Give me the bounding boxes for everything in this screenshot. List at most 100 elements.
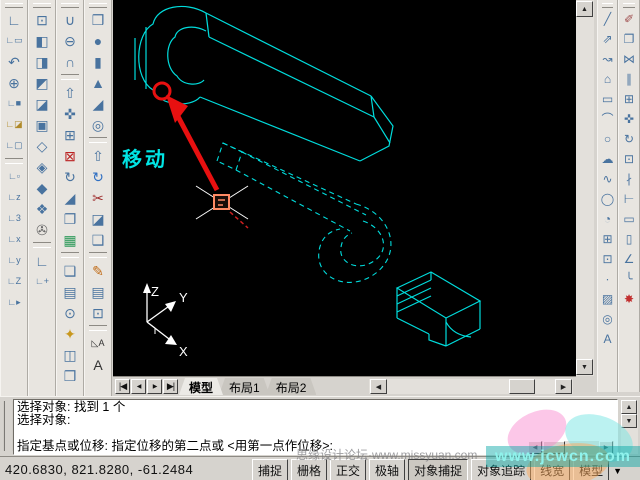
polyline-icon[interactable]: ↝ xyxy=(599,49,617,69)
canvas-horizontal-scrollbar[interactable]: ◀ ▶ xyxy=(369,379,573,394)
color-faces-icon[interactable]: ▦ xyxy=(59,229,81,250)
lineweight-toggle[interactable]: 线宽 xyxy=(534,459,571,480)
trim-icon[interactable]: ∤ xyxy=(620,169,638,189)
shade-3d-wireframe-icon[interactable]: ◈ xyxy=(31,156,53,177)
extrude-icon[interactable]: ⇧ xyxy=(87,145,109,166)
view-nw-isometric-icon[interactable]: ◪ xyxy=(31,93,53,114)
command-scroll-down-button[interactable]: ▼ xyxy=(621,414,637,428)
named-views-icon[interactable]: ⊡ xyxy=(31,9,53,30)
color-edges-icon[interactable]: ▤ xyxy=(59,281,81,302)
ucs-undo-icon[interactable]: ↶ xyxy=(3,51,25,72)
polar-toggle[interactable]: 极轴 xyxy=(369,459,406,480)
model-space-toggle[interactable]: 模型 xyxy=(573,459,610,480)
view-cube-icon[interactable]: ▣ xyxy=(31,114,53,135)
status-expand-arrow-icon[interactable]: ▼ xyxy=(613,466,622,476)
toolbar-grab-handle[interactable] xyxy=(602,3,613,8)
command-vertical-scrollbar[interactable]: ▲ ▼ xyxy=(621,400,638,454)
circle-icon[interactable]: ○ xyxy=(599,129,617,149)
construction-line-icon[interactable]: ⇗ xyxy=(599,29,617,49)
ucs-move-origin-icon[interactable]: ∟+ xyxy=(31,271,53,292)
canvas-vertical-scrollbar[interactable]: ▲ ▼ xyxy=(576,0,594,376)
revision-cloud-icon[interactable]: ☁ xyxy=(599,149,617,169)
hatch-icon[interactable]: ▨ xyxy=(599,289,617,309)
explode-icon[interactable]: ✸ xyxy=(620,289,638,309)
delete-faces-icon[interactable]: ⊠ xyxy=(59,145,81,166)
copy-edges-icon[interactable]: ❏ xyxy=(59,260,81,281)
toolbar-grab-handle[interactable] xyxy=(33,3,51,8)
rectangle-icon[interactable]: ▭ xyxy=(599,89,617,109)
move-faces-icon[interactable]: ✜ xyxy=(59,103,81,124)
clean-icon[interactable]: ✦ xyxy=(59,323,81,344)
move-icon[interactable]: ✜ xyxy=(620,109,638,129)
rotate-faces-icon[interactable]: ↻ xyxy=(59,166,81,187)
wedge-icon[interactable]: ◢ xyxy=(87,93,109,114)
erase-icon[interactable]: ✐ xyxy=(620,9,638,29)
intersect-icon[interactable]: ∩ xyxy=(59,51,81,72)
rotate-icon[interactable]: ↻ xyxy=(620,129,638,149)
command-scroll-left-button[interactable]: ◀ xyxy=(528,441,542,454)
mtext-icon[interactable]: A xyxy=(599,329,617,349)
line-icon[interactable]: ╱ xyxy=(599,9,617,29)
grid-toggle[interactable]: 栅格 xyxy=(291,459,328,480)
ucs-object-icon[interactable]: ∟■ xyxy=(3,93,25,114)
copy-faces-icon[interactable]: ❐ xyxy=(59,208,81,229)
arc-icon[interactable]: ⌒ xyxy=(599,109,617,129)
ucs-face-icon[interactable]: ∟◪ xyxy=(3,114,25,135)
copy-icon[interactable]: ❐ xyxy=(620,29,638,49)
command-scroll-up-button[interactable]: ▲ xyxy=(621,400,637,414)
view-sw-isometric-icon[interactable]: ◧ xyxy=(31,30,53,51)
ucs-zaxis-icon[interactable]: ∟z xyxy=(3,187,25,208)
scale-icon[interactable]: ⊡ xyxy=(620,149,638,169)
text-style-icon[interactable]: A xyxy=(87,354,109,375)
tab-model[interactable]: 模型 xyxy=(179,378,223,395)
slice-icon[interactable]: ✂ xyxy=(87,187,109,208)
otrack-toggle[interactable]: 对象追踪 xyxy=(471,459,532,480)
solid-history-icon[interactable]: ⊡ xyxy=(87,302,109,323)
scrollbar-thumb[interactable] xyxy=(509,379,535,394)
tab-last-button[interactable]: ▶| xyxy=(163,379,178,394)
ucs-small-icon[interactable]: ∟ xyxy=(31,250,53,271)
ucs-x-rotate-icon[interactable]: ∟x xyxy=(3,229,25,250)
chamfer-icon[interactable]: ∠ xyxy=(620,249,638,269)
extend-icon[interactable]: ⊢ xyxy=(620,189,638,209)
ucs-origin-icon[interactable]: ∟▫ xyxy=(3,166,25,187)
tab-first-button[interactable]: |◀ xyxy=(115,379,130,394)
ucs-z-rotate-icon[interactable]: ∟Z xyxy=(3,271,25,292)
toolbar-grab-handle[interactable] xyxy=(61,3,79,8)
offset-faces-icon[interactable]: ⊞ xyxy=(59,124,81,145)
camera-icon[interactable]: ✇ xyxy=(31,219,53,240)
snap-toggle[interactable]: 捕捉 xyxy=(252,459,289,480)
section-icon[interactable]: ◪ xyxy=(87,208,109,229)
edit-solid-icon[interactable]: ✎ xyxy=(87,260,109,281)
region-icon[interactable]: ◎ xyxy=(599,309,617,329)
ucs-world-icon[interactable]: ⊕ xyxy=(3,72,25,93)
scroll-left-button[interactable]: ◀ xyxy=(370,379,387,394)
osnap-toggle[interactable]: 对象捕捉 xyxy=(408,459,469,480)
make-block-icon[interactable]: ⊡ xyxy=(599,249,617,269)
subtract-icon[interactable]: ⊖ xyxy=(59,30,81,51)
toolbar-grab-handle[interactable] xyxy=(89,3,107,8)
scroll-down-button[interactable]: ▼ xyxy=(576,359,593,375)
cone-icon[interactable]: ▲ xyxy=(87,72,109,93)
offset-icon[interactable]: ∥ xyxy=(620,69,638,89)
spline-icon[interactable]: ∿ xyxy=(599,169,617,189)
toolbar-grab-handle[interactable] xyxy=(623,3,635,8)
box-icon[interactable]: ❒ xyxy=(87,9,109,30)
separate-solids-icon[interactable]: ◫ xyxy=(59,344,81,365)
scroll-right-button[interactable]: ▶ xyxy=(555,379,572,394)
shade-2d-wireframe-icon[interactable]: ◇ xyxy=(31,135,53,156)
ellipse-arc-icon[interactable]: ◔ xyxy=(599,209,617,229)
ucs-y-rotate-icon[interactable]: ∟y xyxy=(3,250,25,271)
ucs-previous-icon[interactable]: ∟▭ xyxy=(3,30,25,51)
shade-hidden-icon[interactable]: ◆ xyxy=(31,177,53,198)
insert-block-icon[interactable]: ⊞ xyxy=(599,229,617,249)
polygon-icon[interactable]: ⌂ xyxy=(599,69,617,89)
extrude-faces-icon[interactable]: ⇧ xyxy=(59,82,81,103)
imprint-icon[interactable]: ⊙ xyxy=(59,302,81,323)
command-horizontal-scrollbar[interactable]: ◀ ▶ xyxy=(528,441,614,454)
taper-faces-icon[interactable]: ◢ xyxy=(59,187,81,208)
interfere-icon[interactable]: ❑ xyxy=(87,229,109,250)
view-ne-isometric-icon[interactable]: ◩ xyxy=(31,72,53,93)
scrollbar-thumb[interactable] xyxy=(543,441,565,454)
cylinder-icon[interactable]: ▮ xyxy=(87,51,109,72)
